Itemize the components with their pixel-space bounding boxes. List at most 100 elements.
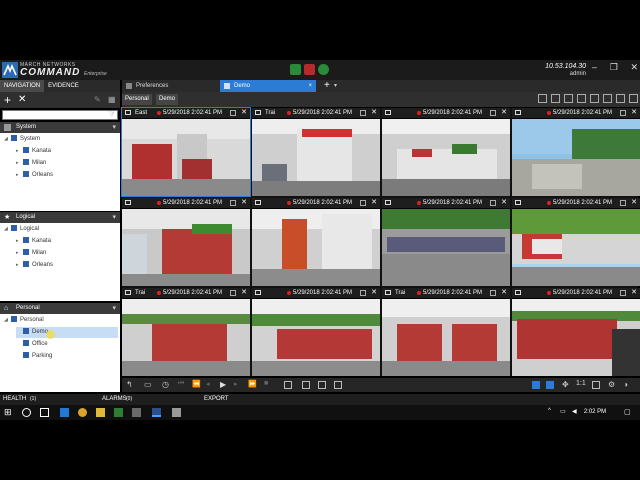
camera-video[interactable] bbox=[382, 209, 510, 286]
camera-tile[interactable]: 5/29/2018 2:02:41 PM ✕ bbox=[382, 198, 510, 286]
camera-video[interactable] bbox=[512, 299, 640, 376]
add-tab-icon[interactable]: + bbox=[324, 80, 330, 92]
close-icon[interactable]: ✕ bbox=[631, 198, 637, 208]
close-window-icon[interactable]: ✕ bbox=[630, 62, 638, 74]
tab-demo[interactable]: Demo × bbox=[220, 80, 316, 92]
search-icon[interactable] bbox=[22, 408, 31, 417]
camera-tile[interactable]: 5/29/2018 2:02:41 PM ✕ bbox=[252, 288, 380, 376]
maximize-icon[interactable] bbox=[620, 200, 626, 206]
fullscreen-icon[interactable] bbox=[629, 94, 638, 103]
network-icon[interactable]: ▭ bbox=[560, 408, 569, 417]
copy-icon[interactable] bbox=[564, 94, 573, 103]
print-icon[interactable] bbox=[318, 381, 326, 389]
fit-icon[interactable] bbox=[532, 381, 540, 389]
tree-item-orleans[interactable]: ▸ Orleans bbox=[16, 170, 53, 181]
tree-item-demo[interactable]: Demo bbox=[16, 327, 118, 338]
fill-icon[interactable] bbox=[546, 381, 554, 389]
camera-tile[interactable]: Trai 5/29/2018 2:02:41 PM ✕ bbox=[382, 288, 510, 376]
maximize-icon[interactable] bbox=[620, 290, 626, 296]
camera-video[interactable] bbox=[252, 119, 380, 196]
snapshot-icon[interactable] bbox=[302, 381, 310, 389]
chrome-icon[interactable] bbox=[78, 408, 87, 417]
step-back-icon[interactable]: ◂ bbox=[206, 380, 214, 388]
export-icon[interactable] bbox=[284, 381, 292, 389]
windows-start-icon[interactable]: ⊞ bbox=[4, 407, 13, 417]
grid-layout-icon[interactable] bbox=[577, 94, 586, 103]
wrench-icon[interactable]: ✎ bbox=[94, 95, 101, 104]
window-icon[interactable] bbox=[616, 94, 625, 103]
camera-video[interactable] bbox=[122, 209, 250, 286]
maximize-icon[interactable] bbox=[360, 110, 366, 116]
close-icon[interactable]: ✕ bbox=[241, 198, 247, 208]
minimize-icon[interactable]: – bbox=[592, 62, 597, 74]
camera-tile[interactable]: 5/29/2018 2:02:41 PM ✕ bbox=[512, 198, 640, 286]
close-icon[interactable]: ✕ bbox=[18, 94, 26, 105]
alarms-label[interactable]: ALARMS bbox=[102, 394, 127, 405]
camera-tile[interactable]: Trai 5/29/2018 2:02:41 PM ✕ bbox=[252, 108, 380, 196]
grid-icon[interactable]: ▦ bbox=[108, 95, 116, 104]
tree-item-logical[interactable]: ◢ Logical bbox=[4, 224, 39, 235]
camera-video[interactable] bbox=[512, 119, 640, 196]
maximize-icon[interactable] bbox=[490, 200, 496, 206]
restore-icon[interactable]: ❐ bbox=[610, 62, 618, 74]
ratio-label[interactable]: 1:1 bbox=[576, 380, 586, 387]
close-icon[interactable]: ✕ bbox=[371, 198, 377, 208]
close-tab-icon[interactable]: × bbox=[308, 80, 312, 92]
close-icon[interactable]: ✕ bbox=[371, 288, 377, 298]
camera-video[interactable] bbox=[382, 299, 510, 376]
text-icon[interactable] bbox=[603, 94, 612, 103]
chevron-down-icon[interactable]: ▾ bbox=[112, 122, 116, 133]
close-icon[interactable]: ✕ bbox=[631, 108, 637, 118]
maximize-icon[interactable] bbox=[490, 290, 496, 296]
close-icon[interactable]: ✕ bbox=[631, 288, 637, 298]
command-client-icon[interactable] bbox=[152, 408, 161, 417]
maximize-icon[interactable] bbox=[490, 110, 496, 116]
notification-icon[interactable]: ▢ bbox=[624, 408, 633, 417]
tray-chevron-icon[interactable]: ^ bbox=[548, 408, 557, 417]
section-system-header[interactable]: System ▾ bbox=[0, 122, 120, 133]
camera-tile[interactable]: Trai 5/29/2018 2:02:41 PM ✕ bbox=[122, 288, 250, 376]
lock-icon[interactable] bbox=[538, 94, 547, 103]
close-icon[interactable]: ✕ bbox=[501, 288, 507, 298]
app-icon[interactable] bbox=[114, 408, 123, 417]
app-icon[interactable] bbox=[132, 408, 141, 417]
camera-video[interactable] bbox=[512, 209, 640, 286]
maximize-icon[interactable] bbox=[230, 110, 236, 116]
maximize-icon[interactable] bbox=[230, 200, 236, 206]
file-explorer-icon[interactable] bbox=[96, 408, 105, 417]
camera-video[interactable] bbox=[252, 209, 380, 286]
filter-icon[interactable]: ⧩ bbox=[108, 110, 115, 120]
camera-tile[interactable]: 5/29/2018 2:02:41 PM ✕ bbox=[252, 198, 380, 286]
task-view-icon[interactable] bbox=[40, 408, 49, 417]
camera-tile[interactable]: 5/29/2018 2:02:41 PM ✕ bbox=[122, 198, 250, 286]
timeline-icon[interactable]: ▭ bbox=[144, 380, 152, 389]
close-icon[interactable]: ✕ bbox=[241, 288, 247, 298]
skip-back-icon[interactable]: ⏮ bbox=[178, 380, 186, 388]
status-green-icon[interactable] bbox=[290, 64, 301, 75]
breadcrumb-personal[interactable]: Personal bbox=[122, 94, 152, 105]
tree-item-milan[interactable]: ▸ Milan bbox=[16, 248, 46, 259]
tree-item-milan[interactable]: ▸ Milan bbox=[16, 158, 46, 169]
app-icon[interactable] bbox=[172, 408, 181, 417]
step-forward-icon[interactable]: ▸ bbox=[234, 380, 242, 388]
plus-icon[interactable]: + bbox=[4, 93, 11, 107]
chevron-down-icon[interactable]: ▾ bbox=[112, 303, 116, 314]
close-icon[interactable]: ✕ bbox=[241, 108, 247, 118]
camera-tile[interactable]: East 5/29/2018 2:02:41 PM ✕ bbox=[121, 107, 251, 197]
stop-icon[interactable]: ■ bbox=[264, 380, 272, 388]
chevron-down-icon[interactable]: ▾ bbox=[112, 212, 116, 223]
camera-tile[interactable]: 5/29/2018 2:02:41 PM ✕ bbox=[512, 108, 640, 196]
edge-icon[interactable] bbox=[60, 408, 69, 417]
tree-item-office[interactable]: Office bbox=[16, 339, 48, 350]
maximize-icon[interactable] bbox=[360, 290, 366, 296]
tree-item-personal[interactable]: ◢ Personal bbox=[4, 315, 44, 326]
breadcrumb-demo[interactable]: Demo bbox=[156, 94, 179, 105]
nav-search-input[interactable] bbox=[2, 110, 118, 120]
tab-evidence[interactable]: EVIDENCE bbox=[44, 80, 83, 92]
close-icon[interactable]: ✕ bbox=[501, 108, 507, 118]
status-online-icon[interactable] bbox=[318, 64, 329, 75]
tab-navigation[interactable]: NAVIGATION bbox=[0, 80, 45, 92]
history-icon[interactable]: ◷ bbox=[162, 380, 170, 389]
full-view-icon[interactable] bbox=[592, 381, 600, 389]
camera-video[interactable] bbox=[252, 299, 380, 376]
